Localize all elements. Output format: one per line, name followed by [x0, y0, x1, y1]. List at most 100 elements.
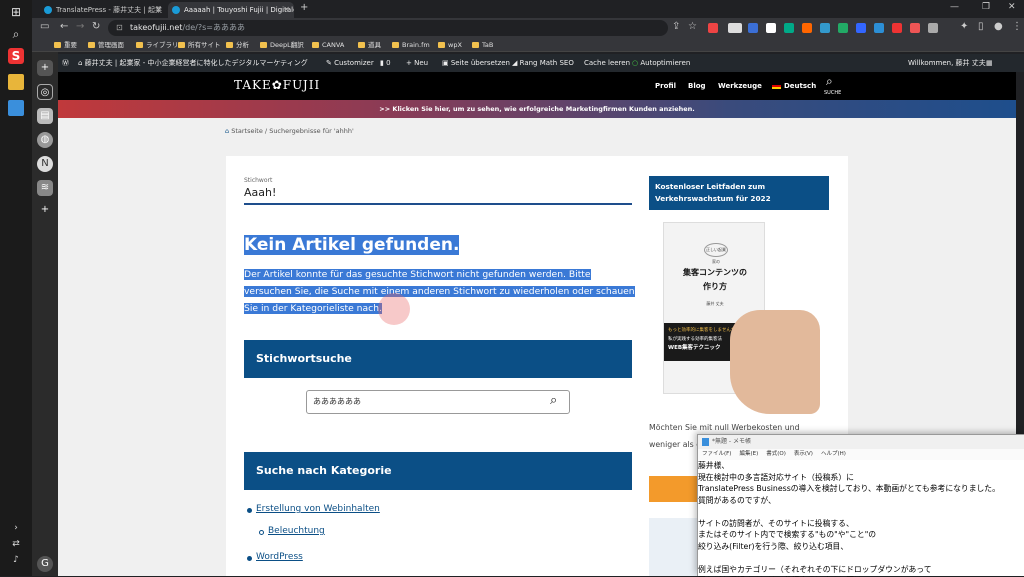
close-window-button[interactable]: ✕: [1008, 2, 1016, 12]
menu-icon[interactable]: ⋮: [1012, 21, 1022, 32]
layers-icon[interactable]: ≋: [37, 180, 53, 196]
reload-button[interactable]: ↻: [92, 21, 100, 32]
extension-icon[interactable]: [928, 23, 938, 33]
extension-icon[interactable]: [708, 23, 718, 33]
bookmark-item[interactable]: CANVA: [312, 39, 344, 51]
cache-clear-link[interactable]: Cache leeren: [584, 54, 630, 72]
windows-start-icon[interactable]: ⊞: [8, 4, 24, 20]
close-icon[interactable]: ✕: [155, 2, 162, 18]
bookmark-item[interactable]: 所有サイト: [178, 39, 221, 51]
site-logo[interactable]: TAKE✿FUJII: [234, 78, 320, 92]
bookmark-item[interactable]: Brain.fm: [392, 39, 430, 51]
bookmark-item[interactable]: wpX: [438, 39, 462, 51]
notepad-window[interactable]: *無題 - メモ帳 ファイル(F) 編集(E) 書式(O) 表示(V) ヘルプ(H) 藤…: [697, 434, 1024, 577]
menu-help[interactable]: ヘルプ(H): [821, 451, 846, 457]
bookmark-item[interactable]: 分析: [226, 39, 249, 51]
autoptimize-link[interactable]: ○ Autoptimieren: [632, 54, 690, 72]
welcome-user[interactable]: Willkommen, 藤井 丈夫: [908, 54, 986, 72]
notepad-text-area[interactable]: 藤井様、 現在検討中の多言語対応サイト（投稿系）に TranslatePress B…: [698, 460, 1024, 577]
guide-download-button[interactable]: [649, 476, 697, 502]
guide-heading[interactable]: Kostenloser Leitfaden zum Verkehrswachst…: [649, 176, 829, 210]
breadcrumb-home[interactable]: Startseite: [231, 127, 263, 135]
notepad-line: [698, 552, 1024, 564]
address-bar[interactable]: ⊡ takeofujii.net/de/?s=ああああ: [108, 20, 668, 36]
tab-title: Aaaaah | Touyoshi Fujii | Digitale: [184, 6, 294, 14]
extension-icon[interactable]: [838, 23, 848, 33]
back-button[interactable]: ←: [60, 21, 68, 32]
notepad-titlebar[interactable]: *無題 - メモ帳: [698, 435, 1024, 449]
keyword-search-input[interactable]: ああああああ: [306, 390, 570, 414]
extension-icon[interactable]: [802, 23, 812, 33]
extension-icon[interactable]: [766, 23, 776, 33]
n-app-icon[interactable]: N: [37, 156, 53, 172]
puzzle-icon[interactable]: ✦: [960, 21, 968, 32]
bookmark-item[interactable]: 重要: [54, 39, 77, 51]
add-panel-icon[interactable]: +: [37, 60, 53, 76]
extension-icon[interactable]: [910, 23, 920, 33]
tab-translatepress[interactable]: TranslatePress - 藤井丈夫 | 起業 ✕: [40, 2, 166, 18]
chevron-up-icon[interactable]: ›: [8, 520, 24, 536]
nav-profil[interactable]: Profil: [655, 72, 676, 100]
keyword-input[interactable]: Aaah!: [244, 186, 276, 199]
menu-edit[interactable]: 編集(E): [739, 451, 758, 457]
volume-icon[interactable]: ♪: [8, 552, 24, 568]
notepad-icon: [702, 438, 709, 446]
new-tab-button[interactable]: +: [300, 2, 308, 13]
extension-icon[interactable]: [856, 23, 866, 33]
customizer-link[interactable]: ✎ Customizer: [326, 54, 374, 72]
rank-math-link[interactable]: ◢ Rang Math SEO: [512, 54, 574, 72]
menu-format[interactable]: 書式(O): [766, 451, 786, 457]
bookmark-item[interactable]: TaB: [472, 39, 493, 51]
extension-icon[interactable]: [728, 23, 742, 33]
category-link[interactable]: Beleuchtung: [268, 526, 325, 536]
autoptimize-label: Autoptimieren: [640, 59, 691, 67]
bookmark-item[interactable]: 管理画面: [88, 39, 124, 51]
notion-icon[interactable]: ▤: [37, 108, 53, 124]
nav-language[interactable]: Deutsch: [772, 72, 816, 100]
add-app-icon[interactable]: +: [37, 202, 53, 218]
app-s-icon[interactable]: S: [8, 48, 24, 64]
keyword-underline: [244, 203, 632, 205]
bookmark-item[interactable]: DeepL翻訳: [260, 39, 304, 51]
extension-icon[interactable]: [892, 23, 902, 33]
bookmark-item[interactable]: 道具: [358, 39, 381, 51]
file-explorer-icon[interactable]: [8, 74, 24, 90]
category-link[interactable]: WordPress: [256, 552, 303, 562]
close-icon[interactable]: ✕: [283, 2, 290, 18]
profile-icon[interactable]: ●: [994, 21, 1003, 32]
new-link[interactable]: + Neu: [406, 54, 428, 72]
minimize-button[interactable]: —: [950, 2, 959, 12]
extension-icon[interactable]: [748, 23, 758, 33]
chatgpt-icon[interactable]: ◍: [37, 132, 53, 148]
maximize-button[interactable]: ❐: [982, 2, 990, 12]
profile-g-icon[interactable]: G: [37, 556, 53, 572]
network-icon[interactable]: ⇄: [8, 536, 24, 552]
forward-button[interactable]: →: [76, 21, 84, 32]
search-icon[interactable]: ⌕: [8, 26, 24, 42]
nav-werkzeuge[interactable]: Werkzeuge: [718, 72, 762, 100]
extension-icon[interactable]: [874, 23, 884, 33]
instagram-icon[interactable]: ◎: [37, 84, 53, 100]
bookmark-item[interactable]: ライブラリ: [136, 39, 179, 51]
sidebar-toggle-icon[interactable]: ▭: [40, 21, 49, 32]
promo-banner[interactable]: >> Klicken Sie hier, um zu sehen, wie er…: [58, 100, 1016, 118]
split-view-icon[interactable]: ▯: [978, 21, 984, 32]
share-icon[interactable]: ⇪: [672, 21, 680, 32]
bookmark-star-icon[interactable]: ☆: [688, 21, 697, 32]
translate-page-link[interactable]: ▣ Seite übersetzen: [442, 54, 510, 72]
tab-search-results[interactable]: Aaaaah | Touyoshi Fujii | Digitale ✕: [168, 2, 294, 18]
nav-blog[interactable]: Blog: [688, 72, 706, 100]
sidebar-widget: [649, 518, 697, 576]
extension-icon[interactable]: [784, 23, 794, 33]
search-icon[interactable]: ⌕: [826, 74, 833, 89]
comments-link[interactable]: ▮ 0: [380, 54, 391, 72]
wordpress-icon[interactable]: Ⓦ: [62, 54, 69, 72]
avatar[interactable]: ▦: [986, 54, 993, 72]
site-name-link[interactable]: ⌂ 藤井丈夫 | 起業家 - 中小企業経営者に特化したデジタルマーケティング: [78, 54, 308, 72]
notepad-app-icon[interactable]: [8, 100, 24, 116]
extension-icon[interactable]: [820, 23, 830, 33]
menu-file[interactable]: ファイル(F): [702, 451, 731, 457]
menu-view[interactable]: 表示(V): [794, 451, 813, 457]
category-link[interactable]: Erstellung von Webinhalten: [256, 504, 380, 514]
search-icon[interactable]: ⌕: [550, 393, 557, 408]
